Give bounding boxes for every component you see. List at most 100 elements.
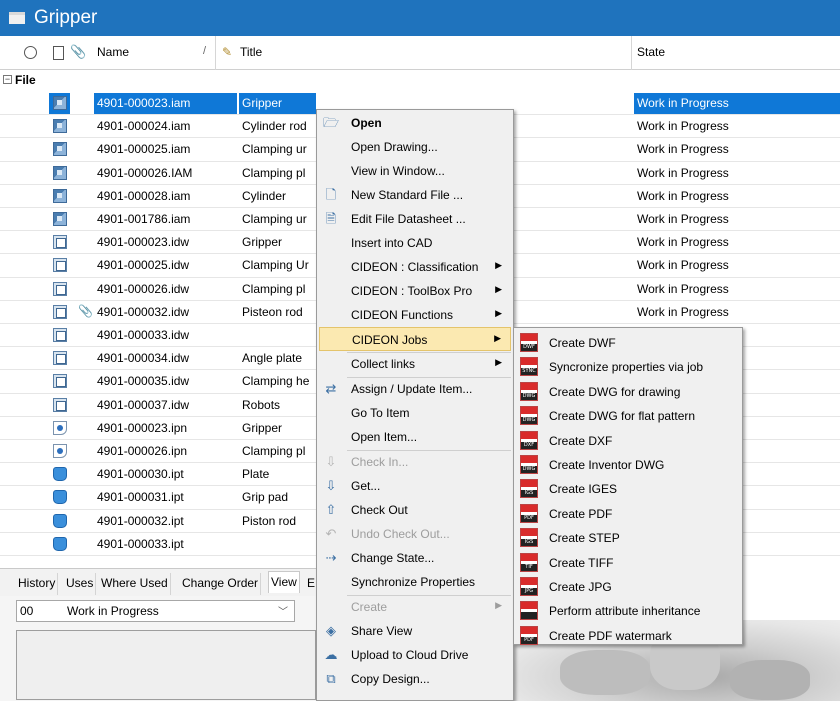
submenu-item-syncronize-properties-via-job[interactable]: SYNC Syncronize properties via job [516, 354, 740, 378]
column-divider[interactable] [631, 36, 632, 70]
menu-item-label: Open Drawing... [351, 140, 438, 154]
menu-item-view-in-window[interactable]: View in Window... [319, 159, 511, 183]
submenu-arrow-icon: ▶ [495, 357, 502, 367]
submenu-item-label: Create DWF [549, 336, 616, 350]
cloud-upload-icon: ☁ [324, 647, 338, 662]
collapse-toggle-icon[interactable]: − [3, 75, 12, 84]
menu-item-cideon-functions[interactable]: CIDEON Functions ▶ [319, 303, 511, 327]
submenu-item-create-dwg-for-flat-pattern[interactable]: DWG Create DWG for flat pattern [516, 403, 740, 427]
menu-item-collect-links[interactable]: Collect links ▶ [319, 352, 511, 376]
file-title: Clamping Ur [242, 258, 309, 273]
drawing-icon [53, 281, 67, 296]
column-state[interactable]: State [637, 45, 665, 59]
assign-item-icon: ⇄ [325, 381, 337, 396]
file-title: Angle plate [242, 351, 303, 366]
submenu-item-label: Create DXF [549, 433, 613, 448]
menu-item-assign-update-item[interactable]: ⇄ Assign / Update Item... [319, 377, 511, 401]
menu-item-edit-file-datasheet[interactable]: 🗎 Edit File Datasheet ... [319, 207, 511, 231]
column-name[interactable]: Name [97, 45, 129, 59]
presentation-icon [53, 444, 67, 458]
submenu-item-create-step[interactable]: IGS Create STEP [516, 525, 740, 549]
submenu-item-create-tiff[interactable]: TIF Create TIFF [516, 550, 740, 574]
menu-item-copy-design[interactable]: ⧉ Copy Design... [319, 667, 511, 691]
tab-uses[interactable]: Uses [64, 573, 97, 595]
submenu-item-label: Perform attribute inheritance [549, 604, 701, 619]
datasheet-icon: 🗎 [325, 211, 337, 226]
submenu-item-create-pdf[interactable]: PDF Create PDF [516, 501, 740, 525]
submenu-item-create-iges[interactable]: IGS Create IGES [516, 476, 740, 500]
tab-view[interactable]: View [268, 571, 300, 593]
file-title: Piston rod [242, 513, 297, 528]
state-select[interactable]: 00 Work in Progress ﹀ [16, 600, 295, 622]
menu-item-cideon-toolbox-pro[interactable]: CIDEON : ToolBox Pro ▶ [319, 279, 511, 303]
menu-item-change-state[interactable]: ⇢ Change State... [319, 546, 511, 570]
attachment-column-icon[interactable]: 📎 [70, 44, 86, 60]
submenu-item-label: Create PDF [549, 506, 613, 521]
file-type-column-icon[interactable] [53, 46, 64, 60]
detail-tabs: History Uses Where Used Change Order Vie… [0, 568, 340, 596]
submenu-item-create-dxf[interactable]: DXF Create DXF [516, 428, 740, 452]
assembly-icon [53, 188, 67, 203]
tab-history[interactable]: History [16, 573, 59, 595]
group-row-file[interactable]: − File [0, 70, 840, 90]
menu-item-check-in[interactable]: ⇩ Check In... [319, 450, 511, 474]
submenu-item-create-inventor-dwg[interactable]: DWG Create Inventor DWG [516, 452, 740, 476]
file-state: Work in Progress [637, 165, 729, 180]
menu-item-get[interactable]: ⇩ Get... [319, 474, 511, 498]
menu-item-check-out[interactable]: ⇧ Check Out [319, 498, 511, 522]
menu-item-undo-check-out[interactable]: ↶ Undo Check Out... [319, 522, 511, 546]
state-value: Work in Progress [67, 604, 159, 618]
file-format-icon: DWF [520, 333, 538, 352]
file-format-icon: SYNC [520, 357, 538, 377]
menu-item-go-to-item[interactable]: Go To Item [319, 401, 511, 425]
submenu-item-create-dwf[interactable]: DWF Create DWF [516, 330, 740, 354]
file-format-icon: DWG [520, 455, 538, 474]
drawing-icon [53, 351, 67, 366]
menu-item-insert-into-cad[interactable]: Insert into CAD [319, 231, 511, 255]
file-name: 4901-000034.idw [97, 351, 190, 366]
part-icon [53, 536, 67, 551]
file-name: 4901-001786.iam [97, 212, 191, 226]
open-folder-icon: 🗁 [323, 115, 340, 130]
file-format-icon: TIF [520, 552, 538, 572]
menu-item-share-view[interactable]: ◈ Share View [319, 619, 511, 643]
menu-item-create[interactable]: Create ▶ [319, 595, 511, 619]
menu-item-open-item[interactable]: Open Item... [319, 425, 511, 449]
menu-item-new-standard-file[interactable]: 🗋 New Standard File ... [319, 183, 511, 207]
submenu-item-create-jpg[interactable]: JPG Create JPG [516, 574, 740, 598]
menu-item-upload-to-cloud-drive[interactable]: ☁ Upload to Cloud Drive [319, 643, 511, 667]
submenu-item-label: Create DWG for drawing [549, 384, 681, 399]
menu-item-label: Upload to Cloud Drive [351, 648, 469, 662]
file-format-icon: DXF [520, 430, 538, 450]
drawing-icon [53, 304, 67, 319]
tab-where-used[interactable]: Where Used [99, 573, 171, 595]
submenu-item-label: Create IGES [549, 482, 618, 497]
submenu-item-perform-attribute-inheritance[interactable]: Perform attribute inheritance [516, 598, 740, 622]
submenu-item-create-dwg-for-drawing[interactable]: DWG Create DWG for drawing [516, 379, 740, 403]
file-name: 4901-000032.ipt [97, 513, 184, 528]
file-title: Cylinder [242, 188, 287, 203]
menu-item-open-drawing[interactable]: Open Drawing... [319, 135, 511, 159]
submenu-item-create-pdf-watermark[interactable]: PDF Create PDF watermark [516, 623, 740, 647]
file-name: 4901-000025.iam [97, 142, 191, 157]
status-column-icon[interactable] [24, 46, 37, 59]
file-name: 4901-000026.ipn [97, 444, 188, 458]
menu-item-label: Check In... [351, 455, 409, 469]
new-file-icon: 🗋 [325, 187, 337, 202]
file-name: 4901-000035.idw [97, 374, 190, 389]
menu-item-cideon-classification[interactable]: CIDEON : Classification ▶ [319, 255, 511, 279]
file-title: Clamping ur [242, 212, 307, 226]
file-name: 4901-000024.iam [97, 119, 191, 134]
tab-change-order[interactable]: Change Order [180, 573, 262, 595]
assembly-icon [53, 212, 67, 226]
menu-item-cideon-jobs[interactable]: CIDEON Jobs ▶ [319, 327, 511, 351]
presentation-icon [53, 420, 67, 435]
menu-item-label: Edit File Datasheet ... [351, 212, 466, 226]
menu-item-synchronize-properties[interactable]: Synchronize Properties [319, 570, 511, 594]
drawing-icon [53, 328, 67, 342]
menu-item-open[interactable]: 🗁 Open [319, 111, 511, 135]
column-title[interactable]: Title [240, 45, 262, 59]
file-name: 4901-000037.idw [97, 397, 190, 412]
column-divider[interactable] [215, 36, 216, 70]
column-header: 📎 Name / ✎ Title State [0, 36, 840, 70]
